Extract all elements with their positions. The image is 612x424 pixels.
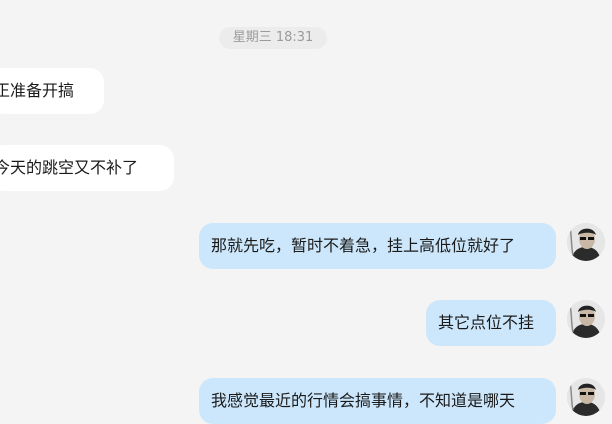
user-avatar-icon [567,223,605,261]
avatar[interactable] [567,223,605,261]
incoming-message-bubble[interactable]: 今天的跳空又不补了 [0,145,174,191]
avatar[interactable] [567,300,605,338]
user-avatar-icon [567,378,605,416]
message-text: 我感觉最近的行情会搞事情，不知道是哪天 [211,391,516,410]
avatar[interactable] [567,378,605,416]
incoming-message-bubble[interactable]: 正准备开搞 [0,68,104,114]
message-text: 正准备开搞 [0,81,75,100]
message-text: 今天的跳空又不补了 [0,158,139,177]
message-timestamp: 星期三 18:31 [219,27,327,49]
user-avatar-icon [567,300,605,338]
message-text: 那就先吃，暂时不着急，挂上高低位就好了 [211,236,516,255]
outgoing-message-bubble[interactable]: 那就先吃，暂时不着急，挂上高低位就好了 [199,223,556,269]
message-text: 其它点位不挂 [438,313,535,332]
outgoing-message-bubble[interactable]: 其它点位不挂 [426,300,556,346]
outgoing-message-bubble[interactable]: 我感觉最近的行情会搞事情，不知道是哪天 [199,378,556,424]
